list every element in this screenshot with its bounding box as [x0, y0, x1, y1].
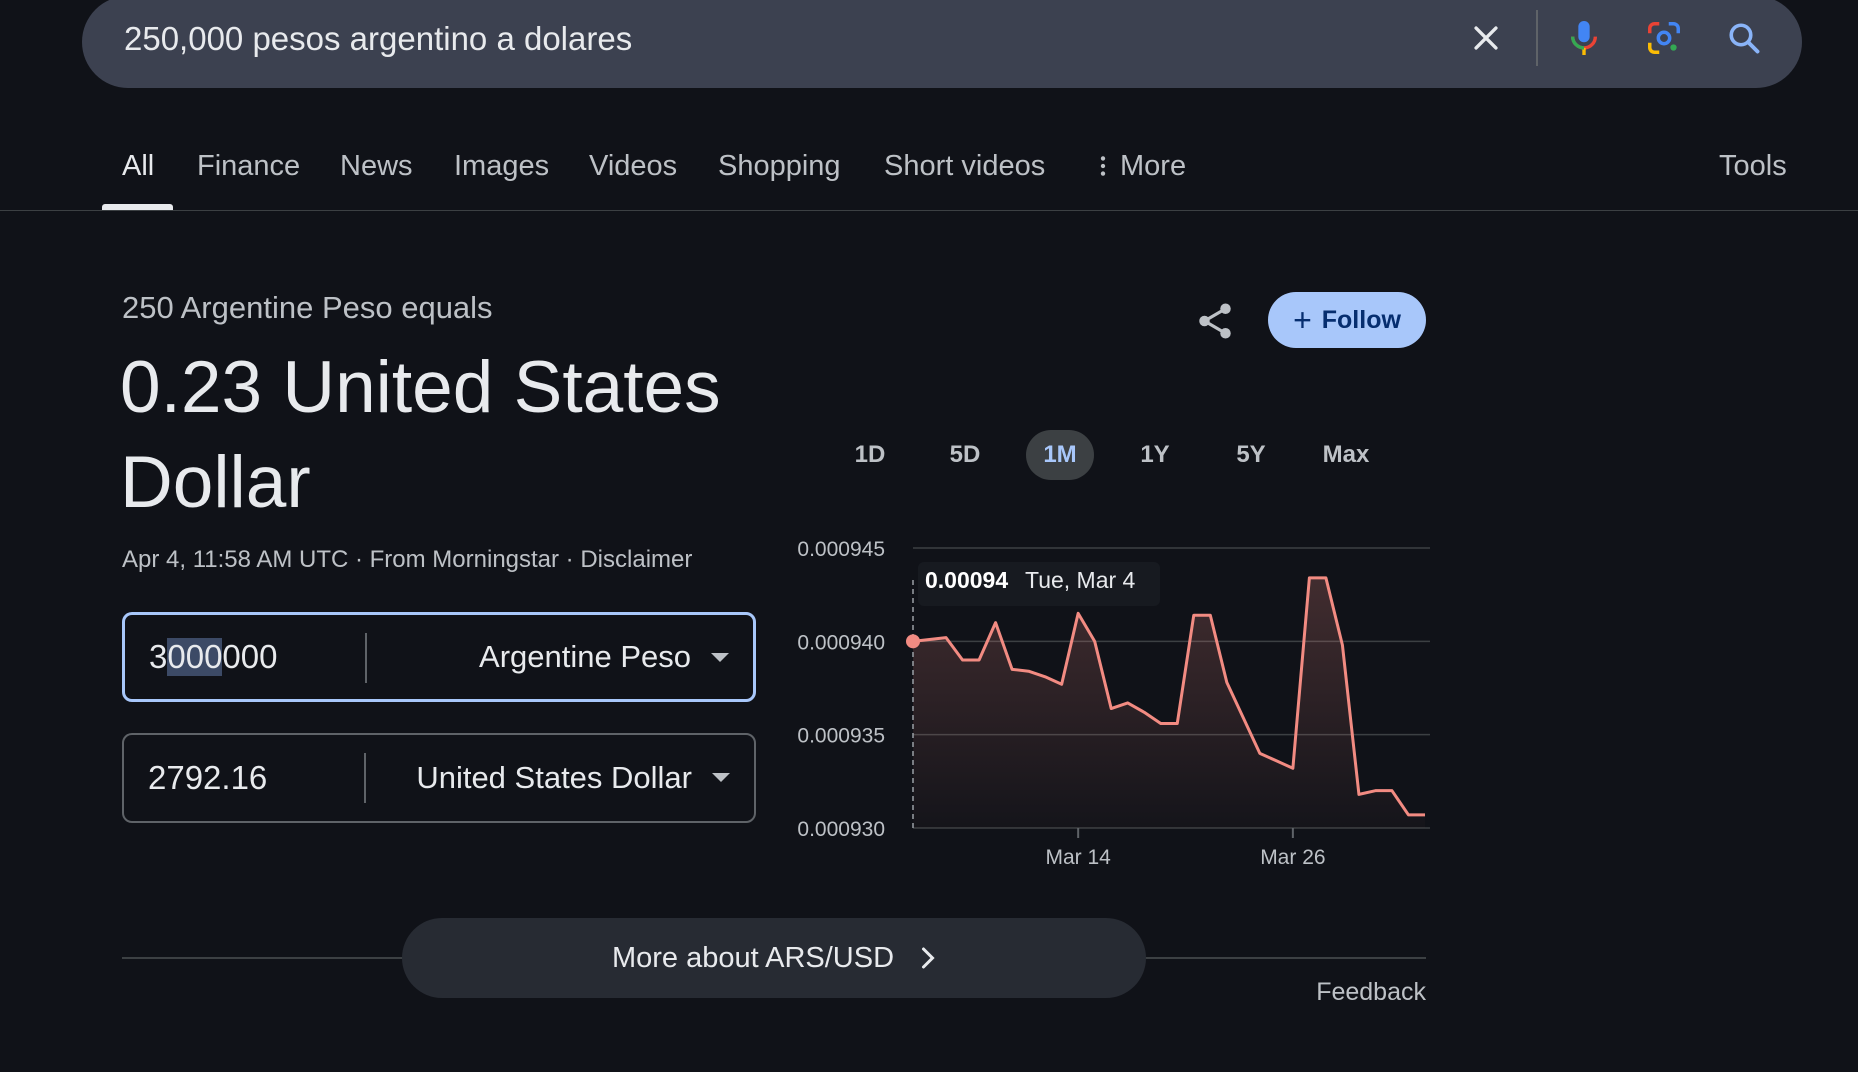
tab-images[interactable]: Images	[454, 150, 549, 183]
tools-button[interactable]: Tools	[1719, 150, 1787, 183]
caret-down-icon[interactable]	[711, 653, 729, 662]
tooltip-date: Tue, Mar 4	[1025, 567, 1136, 593]
chevron-right-icon	[922, 947, 935, 969]
conversion-subhead: 250 Argentine Peso equals	[122, 290, 493, 325]
from-amount-suffix: 000	[222, 638, 278, 675]
range-5d[interactable]: 5D	[936, 430, 994, 480]
more-vert-icon	[1100, 156, 1106, 176]
tab-all[interactable]: All	[122, 150, 154, 183]
data-point-marker	[906, 634, 920, 649]
tab-finance[interactable]: Finance	[197, 150, 300, 183]
tab-news[interactable]: News	[340, 150, 413, 183]
from-currency-field[interactable]: 3 000 000 Argentine Peso	[122, 612, 756, 702]
range-1y[interactable]: 1Y	[1126, 430, 1184, 480]
follow-label: Follow	[1321, 305, 1401, 334]
feedback-link[interactable]: Feedback	[1316, 978, 1426, 1007]
search-tabs: All Finance News Images Videos Shopping …	[0, 140, 1858, 211]
y-tick-label: 0.000935	[797, 725, 885, 748]
y-tick-label: 0.000930	[797, 818, 885, 841]
y-tick-label: 0.000940	[797, 631, 885, 654]
from-amount-prefix: 3	[149, 638, 168, 675]
tab-shopping[interactable]: Shopping	[718, 150, 841, 183]
from-amount-input[interactable]: 3 000 000	[149, 615, 277, 699]
search-bar[interactable]: 250,000 pesos argentino a dolares	[82, 0, 1802, 88]
y-tick-label: 0.000945	[797, 538, 885, 561]
plus-icon: +	[1293, 302, 1312, 338]
to-currency-field[interactable]: 2792.16 United States Dollar	[122, 733, 756, 823]
x-tick-label: Mar 26	[1260, 846, 1325, 869]
from-amount-selected: 000	[167, 638, 223, 676]
share-icon	[1199, 303, 1231, 339]
microphone-icon[interactable]	[1562, 16, 1606, 60]
active-tab-indicator	[102, 204, 173, 210]
conversion-result: 0.23 United States Dollar	[120, 347, 721, 523]
tab-short-videos[interactable]: Short videos	[884, 150, 1045, 183]
field-divider	[364, 753, 366, 803]
exchange-rate-chart[interactable]: 0.000945 0.000940 0.000935 0.000930 Mar 14 Ma…	[770, 520, 1430, 880]
search-input[interactable]: 250,000 pesos argentino a dolares	[124, 20, 632, 58]
to-amount-input[interactable]: 2792.16	[148, 735, 267, 821]
tab-videos[interactable]: Videos	[589, 150, 677, 183]
share-button[interactable]	[1190, 296, 1240, 346]
tab-more-label: More	[1120, 150, 1187, 182]
range-5y[interactable]: 5Y	[1222, 430, 1280, 480]
range-1m[interactable]: 1M	[1026, 430, 1094, 480]
more-about-label: More about ARS/USD	[611, 941, 895, 974]
more-about-button[interactable]: More about ARS/USD	[402, 918, 1146, 998]
tab-more[interactable]: More	[1098, 150, 1186, 183]
result-meta: Apr 4, 11:58 AM UTC · From Morningstar ·…	[122, 546, 693, 573]
x-tick-label: Mar 14	[1045, 846, 1111, 869]
field-divider	[365, 633, 367, 683]
caret-down-icon[interactable]	[712, 773, 730, 782]
to-currency-select[interactable]: United States Dollar	[416, 735, 692, 821]
lens-camera-icon[interactable]	[1642, 16, 1686, 60]
search-divider	[1536, 10, 1538, 66]
search-icon[interactable]	[1722, 16, 1766, 60]
range-1d[interactable]: 1D	[841, 430, 899, 480]
tooltip-value: 0.00094	[925, 567, 1008, 593]
from-currency-select[interactable]: Argentine Peso	[479, 615, 691, 699]
range-max[interactable]: Max	[1312, 430, 1380, 480]
close-icon[interactable]	[1464, 16, 1508, 60]
follow-button[interactable]: + Follow	[1268, 292, 1426, 348]
